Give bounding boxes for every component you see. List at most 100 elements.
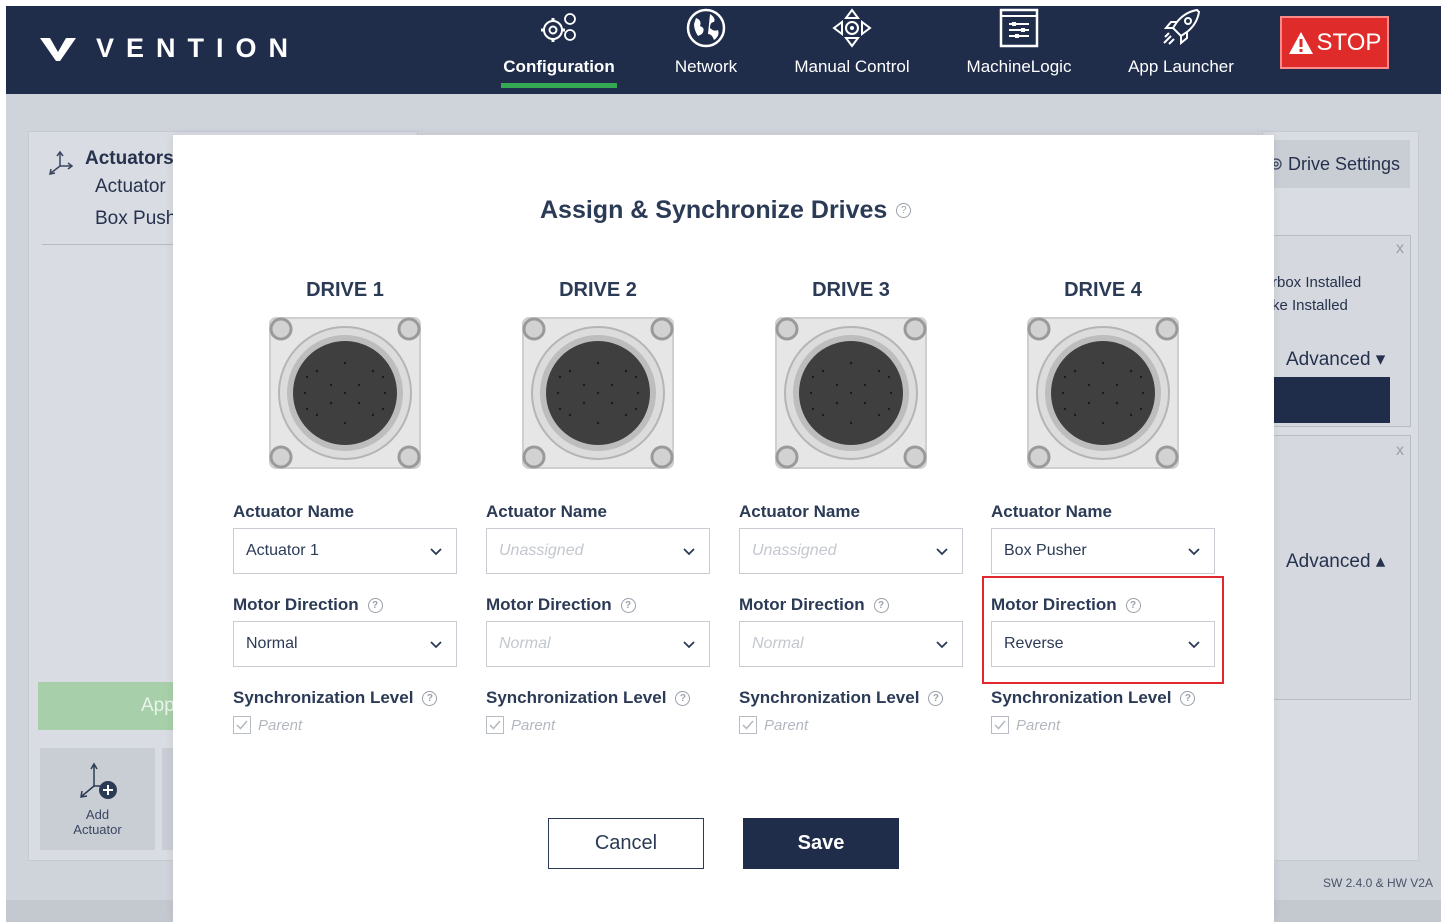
card-text: ke Installed (1272, 297, 1348, 314)
active-tab-indicator (501, 83, 617, 88)
parent-checkbox-row: Parent (486, 716, 555, 734)
label-text: Actuator Name (233, 502, 354, 521)
chevron-down-icon (683, 641, 695, 649)
actuator-name-label: Actuator Name (991, 502, 1112, 522)
label-text: Actuator Name (991, 502, 1112, 521)
actuator-name-label: Actuator Name (233, 502, 354, 522)
globe-icon (686, 8, 726, 48)
modal-title-text: Assign & Synchronize Drives (540, 196, 888, 224)
label-text: Motor Direction (739, 595, 865, 614)
select-value: Box Pusher (1004, 542, 1087, 559)
advanced-toggle[interactable]: Advanced ▴ (1286, 550, 1385, 573)
vention-v-icon (40, 37, 76, 61)
drive-title: DRIVE 3 (812, 279, 890, 301)
connector-icon (1027, 317, 1179, 469)
nav-machinelogic[interactable]: MachineLogic (957, 0, 1081, 88)
card-bar (1262, 377, 1390, 423)
parent-checkbox-row: Parent (739, 716, 808, 734)
checkmark-icon (236, 720, 248, 730)
parent-checkbox[interactable] (233, 716, 251, 734)
help-icon[interactable]: ? (620, 597, 636, 613)
connector-icon (522, 317, 674, 469)
select-value: Normal (499, 635, 551, 652)
motor-direction-label: Motor Direction? (486, 595, 636, 615)
add-actuator-tile[interactable]: Add Actuator (40, 748, 155, 850)
axes-icon (49, 150, 74, 175)
parent-label: Parent (1016, 716, 1061, 734)
motor-direction-select[interactable]: Normal (486, 621, 710, 667)
parent-label: Parent (258, 716, 303, 734)
add-tile-label: Add (85, 807, 110, 822)
chevron-down-icon (936, 548, 948, 556)
help-icon[interactable]: ? (873, 597, 889, 613)
logic-icon (999, 8, 1039, 48)
stop-button[interactable]: STOP (1280, 16, 1389, 69)
help-icon[interactable]: ? (422, 690, 438, 706)
nav-configuration[interactable]: Configuration (501, 0, 617, 88)
cancel-button[interactable]: Cancel (548, 818, 704, 869)
help-icon[interactable]: ? (928, 690, 944, 706)
add-actuator-icon (79, 762, 117, 799)
advanced-toggle[interactable]: Advanced ▾ (1286, 348, 1385, 371)
label-text: Synchronization Level (991, 688, 1172, 707)
select-value: Actuator 1 (246, 542, 319, 559)
logo-text: VENTION (96, 33, 301, 63)
actuator-name-label: Actuator Name (739, 502, 860, 522)
close-icon[interactable]: x (1396, 442, 1404, 460)
checkmark-icon (489, 720, 501, 730)
parent-checkbox[interactable] (739, 716, 757, 734)
label-text: Synchronization Level (486, 688, 667, 707)
drive-title: DRIVE 4 (1064, 279, 1142, 301)
parent-checkbox[interactable] (991, 716, 1009, 734)
motor-direction-label: Motor Direction? (233, 595, 383, 615)
label-text: Synchronization Level (739, 688, 920, 707)
close-icon[interactable]: x (1396, 240, 1404, 258)
rocket-icon (1163, 8, 1201, 46)
version-text: SW 2.4.0 & HW V2A (1322, 876, 1433, 890)
stop-label: STOP (1316, 28, 1382, 56)
connector-icon (269, 317, 421, 469)
parent-checkbox-row: Parent (233, 716, 302, 734)
chevron-down-icon (430, 641, 442, 649)
highlight-box (982, 576, 1224, 684)
actuator-select[interactable]: Box Pusher (991, 528, 1215, 574)
connector-icon (775, 317, 927, 469)
chevron-down-icon (683, 548, 695, 556)
motor-direction-label: Motor Direction? (739, 595, 889, 615)
nav-manual-control[interactable]: Manual Control (788, 0, 916, 88)
sync-level-label: Synchronization Level? (991, 688, 1196, 708)
checkmark-icon (742, 720, 754, 730)
select-value: Unassigned (499, 542, 584, 559)
help-icon[interactable]: ? (896, 203, 912, 218)
save-button[interactable]: Save (743, 818, 899, 869)
drive-settings-button[interactable]: Drive Settings (1262, 140, 1410, 188)
parent-checkbox-row: Parent (991, 716, 1060, 734)
gears-icon (541, 13, 576, 42)
card-text: rbox Installed (1272, 274, 1362, 291)
nav-label: MachineLogic (966, 57, 1072, 76)
actuator-select[interactable]: Actuator 1 (233, 528, 457, 574)
checkmark-icon (994, 720, 1006, 730)
help-icon[interactable]: ? (367, 597, 383, 613)
motor-direction-select[interactable]: Normal (739, 621, 963, 667)
actuator-select[interactable]: Unassigned (739, 528, 963, 574)
nav-network[interactable]: Network (660, 0, 752, 88)
chevron-down-icon (430, 548, 442, 556)
drive-title: DRIVE 2 (559, 279, 637, 301)
nav-app-launcher[interactable]: App Launcher (1120, 0, 1242, 88)
actuator-select[interactable]: Unassigned (486, 528, 710, 574)
parent-checkbox[interactable] (486, 716, 504, 734)
select-value: Unassigned (752, 542, 837, 559)
nav-label: Configuration (503, 57, 615, 76)
label-text: Actuator Name (486, 502, 607, 521)
tree-item-box-pusher[interactable]: Box Push (95, 208, 176, 230)
motor-direction-select[interactable]: Normal (233, 621, 457, 667)
help-icon[interactable]: ? (1180, 690, 1196, 706)
sync-level-label: Synchronization Level? (486, 688, 691, 708)
nav-label: App Launcher (1128, 57, 1234, 76)
label-text: Motor Direction (486, 595, 612, 614)
label-text: Actuator Name (739, 502, 860, 521)
nav-label: Manual Control (794, 57, 910, 76)
tree-item-actuator[interactable]: Actuator (95, 176, 166, 198)
help-icon[interactable]: ? (675, 690, 691, 706)
